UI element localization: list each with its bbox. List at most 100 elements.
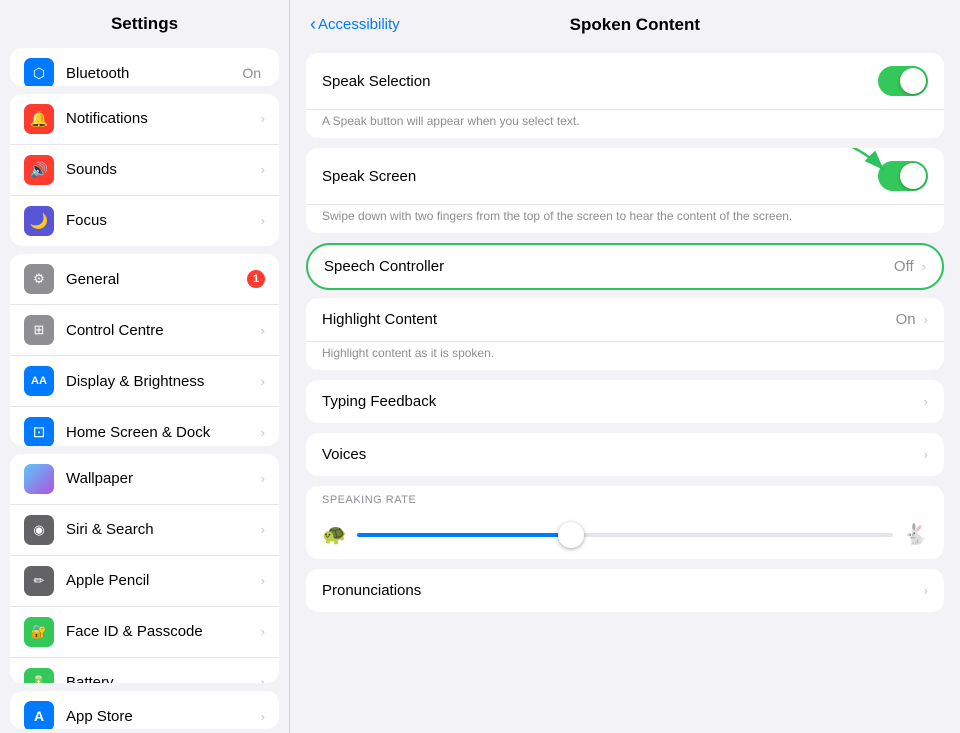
chevron-icon: ›	[261, 709, 265, 724]
siri-icon: ◉	[24, 515, 54, 545]
notifications-icon: 🔔	[24, 104, 54, 134]
highlight-content-value: On	[896, 311, 916, 328]
typing-feedback-label: Typing Feedback	[322, 393, 920, 410]
speech-controller-row[interactable]: Speech Controller Off ›	[308, 245, 942, 288]
chevron-icon: ›	[924, 583, 928, 598]
chevron-icon: ›	[924, 447, 928, 462]
chevron-icon: ›	[261, 675, 265, 683]
sidebar-item-control-centre[interactable]: ⊞ Control Centre ›	[10, 305, 279, 356]
pronunciations-card: Pronunciations ›	[306, 569, 944, 612]
back-label: Accessibility	[318, 16, 400, 33]
voices-label: Voices	[322, 446, 920, 463]
speak-screen-toggle[interactable]	[878, 161, 928, 191]
bluetooth-icon: ⬡	[24, 58, 54, 86]
general-label: General	[66, 271, 247, 288]
sounds-label: Sounds	[66, 161, 257, 178]
slider-fill	[357, 533, 571, 537]
sidebar-item-battery[interactable]: 🔋 Battery ›	[10, 658, 279, 684]
back-button[interactable]: ‹ Accessibility	[310, 14, 400, 35]
chevron-icon: ›	[261, 573, 265, 588]
face-id-label: Face ID & Passcode	[66, 623, 257, 640]
speak-selection-label: Speak Selection	[322, 73, 878, 90]
highlight-content-row[interactable]: Highlight Content On ›	[306, 298, 944, 342]
chevron-icon: ›	[261, 162, 265, 177]
speaking-rate-slider[interactable]	[357, 533, 893, 537]
fast-rate-icon: 🐇	[903, 522, 928, 547]
chevron-icon: ›	[261, 111, 265, 126]
chevron-icon: ›	[261, 323, 265, 338]
page-title: Spoken Content	[400, 15, 870, 35]
sidebar-item-sounds[interactable]: 🔊 Sounds ›	[10, 145, 279, 196]
pronunciations-row[interactable]: Pronunciations ›	[306, 569, 944, 612]
voices-card: Voices ›	[306, 433, 944, 476]
speaking-rate-slider-row: 🐢 🐇	[306, 510, 944, 559]
sidebar-item-notifications[interactable]: 🔔 Notifications ›	[10, 94, 279, 145]
main-panel: ‹ Accessibility Spoken Content Speak Sel…	[290, 0, 960, 733]
sidebar-item-face-id[interactable]: 🔐 Face ID & Passcode ›	[10, 607, 279, 658]
sidebar-item-bluetooth[interactable]: ⬡ Bluetooth On	[10, 48, 279, 86]
sounds-icon: 🔊	[24, 155, 54, 185]
siri-label: Siri & Search	[66, 521, 257, 538]
speech-controller-label: Speech Controller	[324, 258, 894, 275]
sidebar-section-2: ⚙ General 1 ⊞ Control Centre › AA Displa…	[10, 254, 279, 445]
toggle-knob	[900, 68, 926, 94]
slow-rate-icon: 🐢	[322, 522, 347, 547]
sidebar-item-apple-pencil[interactable]: ✏ Apple Pencil ›	[10, 556, 279, 607]
speak-selection-desc: A Speak button will appear when you sele…	[306, 110, 944, 138]
speech-controller-value: Off	[894, 258, 914, 275]
battery-icon: 🔋	[24, 668, 54, 684]
speak-selection-toggle[interactable]	[878, 66, 928, 96]
speak-screen-card: Speak Screen Swipe down with two fingers…	[306, 148, 944, 233]
chevron-icon: ›	[261, 624, 265, 639]
sidebar-item-wallpaper[interactable]: Wallpaper ›	[10, 454, 279, 505]
sidebar-title: Settings	[0, 0, 289, 44]
main-header: ‹ Accessibility Spoken Content	[290, 0, 960, 45]
bluetooth-value: On	[242, 65, 261, 81]
chevron-icon: ›	[261, 374, 265, 389]
content-area: Speak Selection A Speak button will appe…	[290, 45, 960, 733]
speak-screen-row: Speak Screen	[306, 148, 944, 205]
control-centre-label: Control Centre	[66, 322, 257, 339]
sidebar-item-focus[interactable]: 🌙 Focus ›	[10, 196, 279, 247]
sidebar-item-general[interactable]: ⚙ General 1	[10, 254, 279, 305]
sidebar-item-home-screen[interactable]: ⊡ Home Screen & Dock ›	[10, 407, 279, 445]
sidebar-item-app-store[interactable]: A App Store ›	[10, 691, 279, 729]
home-screen-label: Home Screen & Dock	[66, 424, 257, 441]
sidebar: Settings ⬡ Bluetooth On 🔔 Notifications …	[0, 0, 290, 733]
speaking-rate-card: SPEAKING RATE 🐢 🐇	[306, 486, 944, 559]
apple-pencil-icon: ✏	[24, 566, 54, 596]
typing-feedback-row[interactable]: Typing Feedback ›	[306, 380, 944, 423]
chevron-icon: ›	[261, 471, 265, 486]
chevron-icon: ›	[261, 425, 265, 440]
app-store-icon: A	[24, 701, 54, 729]
chevron-icon: ›	[924, 394, 928, 409]
highlight-content-desc: Highlight content as it is spoken.	[306, 342, 944, 370]
sidebar-section-1: 🔔 Notifications › 🔊 Sounds › 🌙 Focus › ⏱…	[10, 94, 279, 247]
wallpaper-icon	[24, 464, 54, 494]
slider-thumb[interactable]	[558, 522, 584, 548]
speak-selection-card: Speak Selection A Speak button will appe…	[306, 53, 944, 138]
sidebar-item-siri[interactable]: ◉ Siri & Search ›	[10, 505, 279, 556]
chevron-icon: ›	[922, 259, 926, 274]
voices-row[interactable]: Voices ›	[306, 433, 944, 476]
general-icon: ⚙	[24, 264, 54, 294]
chevron-icon: ›	[261, 522, 265, 537]
sidebar-item-display[interactable]: AA Display & Brightness ›	[10, 356, 279, 407]
back-chevron-icon: ‹	[310, 14, 316, 35]
chevron-icon: ›	[261, 213, 265, 228]
focus-icon: 🌙	[24, 206, 54, 236]
app-store-label: App Store	[66, 708, 257, 725]
typing-feedback-card: Typing Feedback ›	[306, 380, 944, 423]
toggle-knob	[900, 163, 926, 189]
speak-screen-label: Speak Screen	[322, 168, 878, 185]
bluetooth-label: Bluetooth	[66, 65, 242, 82]
control-centre-icon: ⊞	[24, 315, 54, 345]
apple-pencil-label: Apple Pencil	[66, 572, 257, 589]
sidebar-section-4: A App Store ›	[10, 691, 279, 729]
speaking-rate-label: SPEAKING RATE	[306, 486, 944, 510]
sidebar-section-3: Wallpaper › ◉ Siri & Search › ✏ Apple Pe…	[10, 454, 279, 684]
sidebar-section-bluetooth: ⬡ Bluetooth On	[10, 48, 279, 86]
speak-screen-desc: Swipe down with two fingers from the top…	[306, 205, 944, 233]
pronunciations-label: Pronunciations	[322, 582, 920, 599]
face-id-icon: 🔐	[24, 617, 54, 647]
